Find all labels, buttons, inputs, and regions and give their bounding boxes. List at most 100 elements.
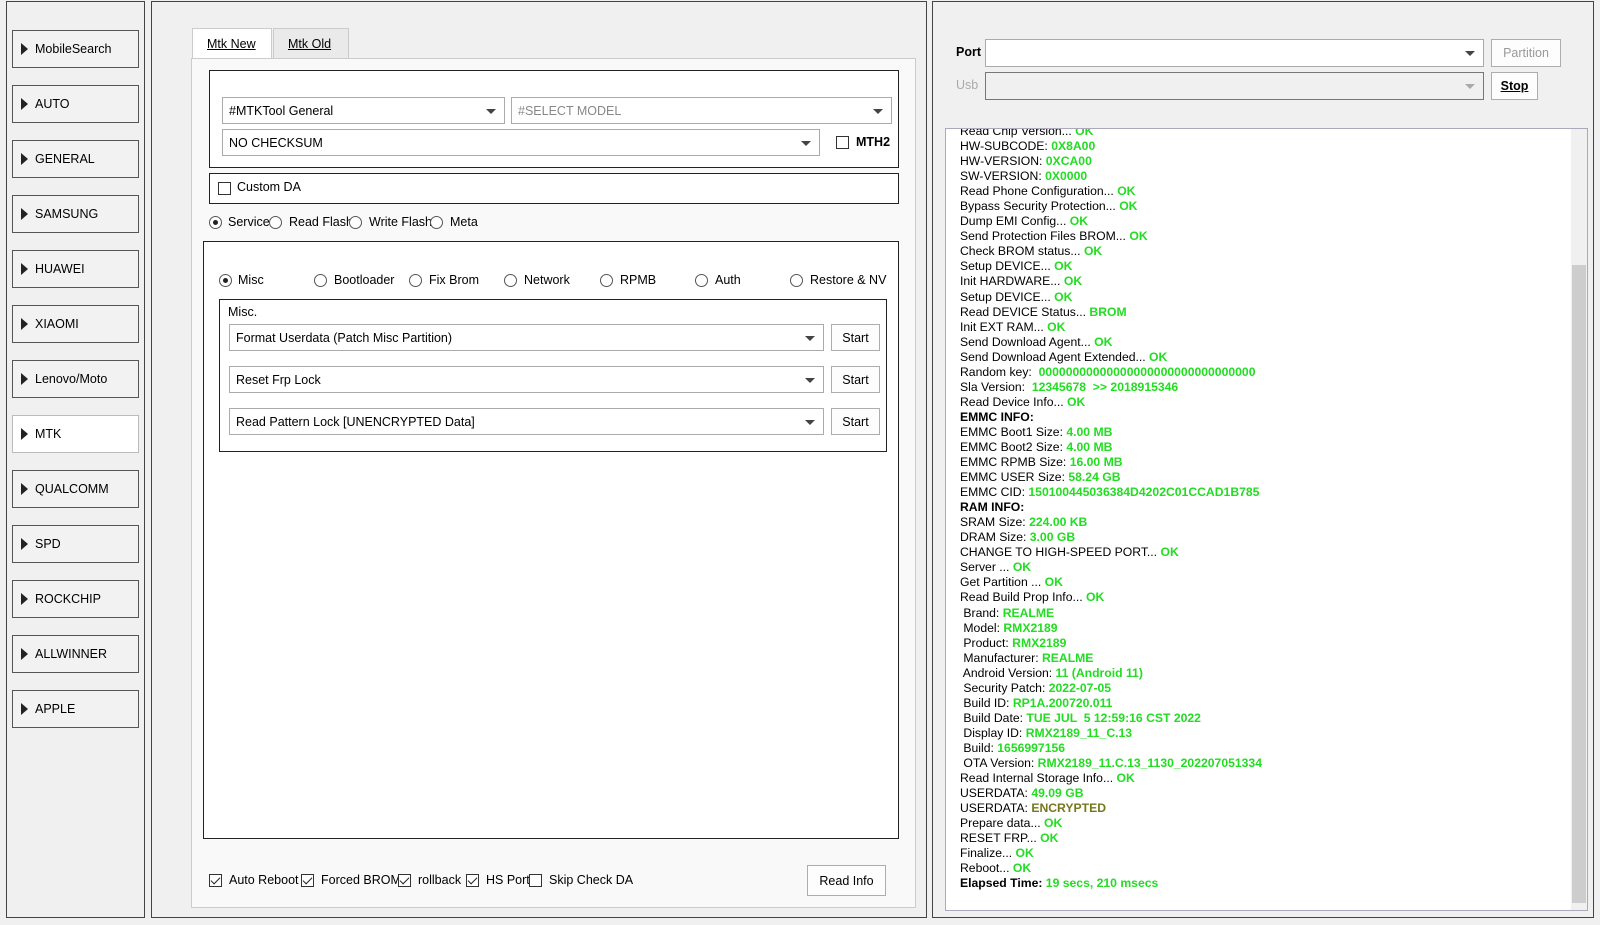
sidebar-item-apple[interactable]: APPLE (12, 690, 139, 728)
misc-action-select-2[interactable]: Reset Frp Lock (229, 366, 824, 393)
sidebar-item-spd[interactable]: SPD (12, 525, 139, 563)
log-line-value: OK (1044, 575, 1063, 590)
log-line: Check BROM status... OK (960, 244, 1262, 259)
log-line: Send Protection Files BROM... OK (960, 229, 1262, 244)
hs-port-checkbox[interactable] (466, 874, 479, 887)
log-line-text: Prepare data... (960, 816, 1045, 831)
radio-fix-brom[interactable] (409, 274, 422, 287)
sidebar-item-allwinner[interactable]: ALLWINNER (12, 635, 139, 673)
tool-select[interactable]: #MTKTool General (222, 97, 505, 124)
log-line-value: RMX2189_11_C.13 (1025, 725, 1133, 740)
sidebar-item-xiaomi[interactable]: XIAOMI (12, 305, 139, 343)
radio-auth-label: Auth (715, 273, 741, 287)
log-line-value: OK (1094, 334, 1113, 349)
misc-group: Misc. Format Userdata (Patch Misc Partit… (219, 299, 887, 452)
start-button-2[interactable]: Start (831, 366, 880, 393)
usb-select[interactable] (985, 72, 1484, 100)
log-line: Send Download Agent Extended... OK (960, 350, 1262, 365)
radio-restore-nv[interactable] (790, 274, 803, 287)
log-line: Read Internal Storage Info... OK (960, 771, 1262, 786)
log-line: Brand: REALME (960, 606, 1262, 621)
log-line-text: Read Device Info... (960, 394, 1068, 409)
log-line-value: OK (1054, 289, 1073, 304)
read-info-button[interactable]: Read Info (807, 865, 886, 896)
start-button-1[interactable]: Start (831, 324, 880, 351)
log-line-value: 49.09 GB (1031, 786, 1084, 801)
radio-auth[interactable] (695, 274, 708, 287)
radio-read-flash[interactable] (269, 216, 282, 229)
sidebar-item-rockchip[interactable]: ROCKCHIP (12, 580, 139, 618)
radio-misc[interactable] (219, 274, 232, 287)
log-line-value: RMX2189 (1003, 620, 1058, 635)
sidebar-item-qualcomm[interactable]: QUALCOMM (12, 470, 139, 508)
log-line: Finalize... OK (960, 846, 1262, 861)
log-line-value: 58.24 GB (1068, 470, 1121, 485)
radio-rpmb[interactable] (600, 274, 613, 287)
stop-button[interactable]: Stop (1491, 72, 1538, 100)
sidebar: MobileSearch AUTO GENERAL SAMSUNG HUAWEI… (6, 1, 145, 918)
log-line: Init EXT RAM... OK (960, 320, 1262, 335)
sidebar-item-auto[interactable]: AUTO (12, 85, 139, 123)
custom-da-group: Custom DA (209, 173, 899, 204)
log-line-text: Read Internal Storage Info... (960, 771, 1117, 786)
log-line-value: OK (1069, 214, 1089, 229)
log-line-value: REALME (1041, 650, 1094, 665)
radio-meta[interactable] (430, 216, 443, 229)
log-line-text: SW-VERSION: (960, 169, 1046, 184)
log-line-text: DRAM Size: (960, 530, 1030, 545)
log-line-text: Send Protection Files BROM... (960, 229, 1130, 244)
log-line-text: USERDATA: (960, 786, 1032, 801)
log-output[interactable]: Read Chip Version... OK HW-SUBCODE: 0X8A0… (945, 128, 1588, 911)
log-line-value: 1656997156 (997, 740, 1066, 755)
auto-reboot-checkbox[interactable] (209, 874, 222, 887)
forced-brom-checkbox[interactable] (301, 874, 314, 887)
scroll-thumb[interactable] (1572, 265, 1586, 903)
port-select[interactable] (985, 39, 1484, 67)
sidebar-item-samsung[interactable]: SAMSUNG (12, 195, 139, 233)
log-line-text: Build Date: (960, 710, 1027, 725)
radio-write-flash[interactable] (349, 216, 362, 229)
log-line-value: OK (1012, 560, 1032, 575)
log-line-text: Read DEVICE Status... (960, 304, 1090, 319)
radio-network[interactable] (504, 274, 517, 287)
start-button-3[interactable]: Start (831, 408, 880, 435)
log-line-value: OK (1075, 128, 1094, 138)
expand-arrow-icon (21, 648, 28, 660)
sidebar-item-huawei[interactable]: HUAWEI (12, 250, 139, 288)
chevron-down-icon (801, 141, 811, 146)
start-button-label: Start (842, 414, 869, 429)
log-line: EMMC USER Size: 58.24 GB (960, 470, 1262, 485)
radio-bootloader[interactable] (314, 274, 327, 287)
custom-da-checkbox[interactable] (218, 182, 231, 195)
sidebar-item-mtk[interactable]: MTK (12, 415, 139, 453)
skip-check-da-checkbox[interactable] (529, 874, 542, 887)
log-line: Send Download Agent... OK (960, 335, 1262, 350)
log-line-value: OK (1044, 816, 1063, 831)
model-select[interactable]: #SELECT MODEL (511, 97, 892, 124)
log-line-value: REALME (1002, 605, 1055, 620)
tab-mtk-old[interactable]: Mtk Old (273, 28, 349, 58)
radio-service[interactable] (209, 216, 222, 229)
sidebar-item-general[interactable]: GENERAL (12, 140, 139, 178)
radio-service-label: Service (228, 215, 270, 229)
checksum-select[interactable]: NO CHECKSUM (222, 129, 820, 156)
log-line-text: Read Build Prop Info... (960, 590, 1087, 605)
expand-arrow-icon (21, 483, 28, 495)
usb-label: Usb (956, 78, 979, 92)
log-scrollbar[interactable] (1571, 129, 1587, 910)
rollback-checkbox[interactable] (398, 874, 411, 887)
mth2-checkbox[interactable] (836, 136, 849, 149)
misc-action-select-3[interactable]: Read Pattern Lock [UNENCRYPTED Data] (229, 408, 824, 435)
sidebar-item-label: SPD (35, 537, 61, 551)
log-line-text: Product: (960, 635, 1013, 650)
read-info-label: Read Info (819, 873, 874, 888)
misc-action-select-1[interactable]: Format Userdata (Patch Misc Partition) (229, 324, 824, 351)
log-line-text: Random key: (960, 364, 1039, 379)
radio-rpmb-label: RPMB (620, 273, 657, 287)
tab-mtk-new[interactable]: Mtk New (192, 28, 272, 59)
partition-button[interactable]: Partition (1491, 39, 1561, 67)
log-line-value: OK (1119, 199, 1138, 214)
sidebar-item-lenovo-moto[interactable]: Lenovo/Moto (12, 360, 139, 398)
log-line-value: 11 (Android 11) (1055, 665, 1143, 680)
sidebar-item-mobilesearch[interactable]: MobileSearch (12, 30, 139, 68)
